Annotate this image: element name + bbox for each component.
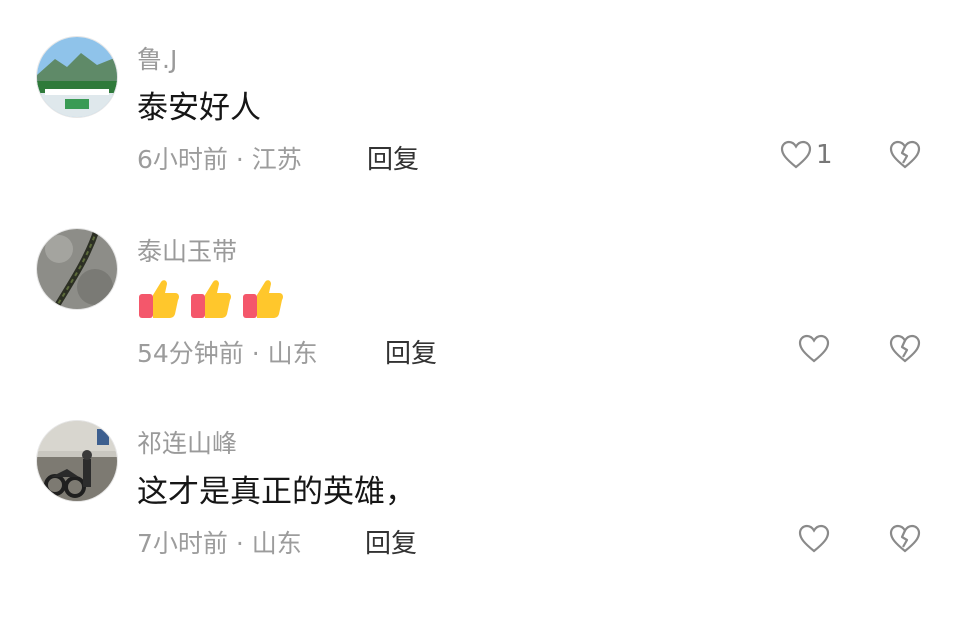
comment-author[interactable]: 祁连山峰 <box>137 424 237 460</box>
comment-text: 这才是真正的英雄， <box>137 474 416 510</box>
dislike-button[interactable] <box>889 334 921 368</box>
like-button[interactable] <box>798 334 830 364</box>
avatar[interactable] <box>36 36 118 118</box>
dislike-button[interactable] <box>889 524 921 558</box>
broken-heart-icon <box>889 140 921 169</box>
comment-author[interactable]: 鲁.J <box>137 40 177 76</box>
avatar[interactable] <box>36 228 118 310</box>
like-button[interactable] <box>798 524 830 554</box>
dislike-button[interactable] <box>889 140 921 174</box>
like-button[interactable]: 1 <box>780 140 833 170</box>
comment-text: 泰安好人 <box>137 90 261 126</box>
thumbs-up-emoji-icon <box>243 280 284 318</box>
thumbs-up-emoji-icon <box>191 280 232 318</box>
reply-button[interactable]: 回复 <box>365 523 417 560</box>
avatar[interactable] <box>36 420 118 502</box>
reply-button[interactable]: 回复 <box>385 333 437 370</box>
comment-item: 泰山玉带 54分钟前 · 山东 回复 <box>0 228 960 428</box>
broken-heart-icon <box>889 524 921 553</box>
comment-meta: 6小时前 · 江苏 <box>137 145 302 174</box>
comment-emojis <box>137 278 288 320</box>
heart-outline-icon <box>798 334 830 363</box>
comment-author[interactable]: 泰山玉带 <box>137 232 237 268</box>
heart-outline-icon <box>798 524 830 553</box>
comment-meta: 54分钟前 · 山东 <box>137 339 318 368</box>
broken-heart-icon <box>889 334 921 363</box>
reply-button[interactable]: 回复 <box>367 139 419 176</box>
motorcycle-avatar-icon <box>37 421 117 501</box>
thumbs-up-emoji-icon <box>139 280 179 318</box>
comment-meta: 7小时前 · 山东 <box>137 529 302 558</box>
like-count: 1 <box>816 140 833 170</box>
rope-avatar-icon <box>37 229 117 309</box>
comment-item: 鲁.J 泰安好人 6小时前 · 江苏 回复 1 <box>0 36 960 236</box>
landscape-avatar-icon <box>37 37 117 117</box>
heart-outline-icon <box>780 140 812 169</box>
comment-item: 祁连山峰 这才是真正的英雄， 7小时前 · 山东 回复 <box>0 420 960 620</box>
